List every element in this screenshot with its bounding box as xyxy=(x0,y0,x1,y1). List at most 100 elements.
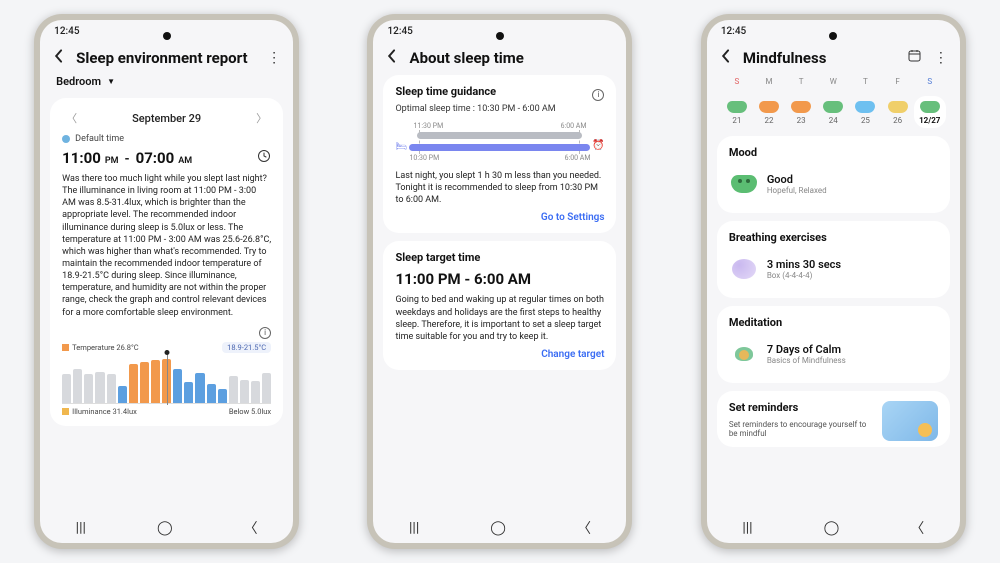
day-cell[interactable]: 26 xyxy=(882,96,914,128)
status-time: 12:45 xyxy=(387,26,412,37)
day-mood-icon xyxy=(759,101,779,113)
day-mood-icon xyxy=(855,101,875,113)
guidance-card: Sleep time guidance i Optimal sleep time… xyxy=(383,75,616,233)
recents-button[interactable]: ||| xyxy=(76,520,86,536)
chart-bar xyxy=(195,373,204,403)
info-icon[interactable]: i xyxy=(259,327,271,339)
header: Sleep environment report ⋮ xyxy=(40,42,293,75)
temperature-legend: Temperature 26.8°C xyxy=(62,343,139,352)
home-button[interactable]: ◯ xyxy=(824,520,840,536)
mood-title: Mood xyxy=(729,146,938,159)
info-icon[interactable]: i xyxy=(592,89,604,101)
chart-bar xyxy=(184,382,193,403)
calendar-button[interactable] xyxy=(907,48,922,67)
meditation-value: 7 Days of Calm xyxy=(767,343,846,356)
mood-card[interactable]: Mood Good Hopeful, Relaxed xyxy=(717,136,950,213)
status-time: 12:45 xyxy=(54,26,79,37)
next-day-button[interactable]: 〉 xyxy=(256,110,267,126)
screen: 12:45 Mindfulness ⋮ SMTWTFS 212223242526… xyxy=(707,20,960,543)
day-cell[interactable]: 24 xyxy=(817,96,849,128)
mood-subtext: Hopeful, Relaxed xyxy=(767,186,827,195)
clock-icon[interactable] xyxy=(257,148,271,167)
back-button[interactable] xyxy=(52,48,66,67)
mood-icon xyxy=(731,171,757,197)
day-mood-icon xyxy=(727,101,747,113)
tick-bottom-left: 10:30 PM xyxy=(409,154,439,162)
day-cell[interactable]: 23 xyxy=(785,96,817,128)
chart-bar xyxy=(107,374,116,403)
chart-bar xyxy=(73,369,82,403)
target-card: Sleep target time 11:00 PM - 6:00 AM Goi… xyxy=(383,241,616,370)
header: Mindfulness ⋮ xyxy=(707,42,960,75)
weekday-label: S xyxy=(914,77,946,86)
back-system-button[interactable]: 〈 xyxy=(244,518,258,538)
back-system-button[interactable]: 〈 xyxy=(910,518,924,538)
illuminance-legend: Illuminance 31.4lux xyxy=(62,407,137,416)
breathing-subtext: Box (4-4-4-4) xyxy=(767,271,841,280)
prev-day-button[interactable]: 〈 xyxy=(66,110,77,126)
goto-settings-link[interactable]: Go to Settings xyxy=(395,212,604,223)
target-time-range: 11:00 PM - 6:00 AM xyxy=(395,270,604,288)
day-cell[interactable]: 21 xyxy=(721,96,753,128)
status-bar: 12:45 xyxy=(40,20,293,42)
back-system-button[interactable]: 〈 xyxy=(577,518,591,538)
recents-button[interactable]: ||| xyxy=(742,520,752,536)
guidance-summary: Last night, you slept 1 h 30 m less than… xyxy=(395,170,604,206)
home-button[interactable]: ◯ xyxy=(157,520,173,536)
more-menu-button[interactable]: ⋮ xyxy=(934,50,948,66)
start-ampm: PM xyxy=(105,156,119,166)
calendar-icon xyxy=(907,48,922,63)
week-mood-row: 21222324252612/27 xyxy=(717,94,950,128)
status-time: 12:45 xyxy=(721,26,746,37)
sleep-time-range: 11:00 PM - 07:00 AM xyxy=(62,148,271,167)
room-label: Bedroom xyxy=(56,75,101,88)
reminders-title: Set reminders xyxy=(729,401,874,414)
day-date-label: 25 xyxy=(849,116,881,125)
room-dropdown[interactable]: Bedroom ▼ xyxy=(50,75,283,90)
chart-bar xyxy=(218,389,227,402)
chart-bar xyxy=(118,386,127,402)
tick-top-right: 6:00 AM xyxy=(561,122,587,130)
change-target-link[interactable]: Change target xyxy=(395,349,604,360)
day-date-label: 12/27 xyxy=(914,116,946,125)
meditation-card[interactable]: Meditation 7 Days of Calm Basics of Mind… xyxy=(717,306,950,383)
start-time: 11:00 xyxy=(62,149,101,167)
alarm-icon: ⏰ xyxy=(592,140,604,151)
back-button[interactable] xyxy=(385,48,399,67)
weekday-label: S xyxy=(721,77,753,86)
reminders-illustration xyxy=(882,401,938,441)
day-date-label: 22 xyxy=(753,116,785,125)
day-cell[interactable]: 25 xyxy=(849,96,881,128)
chart-bar xyxy=(95,372,104,403)
chart-bar xyxy=(162,359,171,403)
optimal-sleep-text: Optimal sleep time : 10:30 PM - 6:00 AM xyxy=(395,104,604,114)
chart-bar xyxy=(173,369,182,403)
back-button[interactable] xyxy=(719,48,733,67)
breathing-card[interactable]: Breathing exercises 3 mins 30 secs Box (… xyxy=(717,221,950,298)
day-cell[interactable]: 22 xyxy=(753,96,785,128)
environment-chart: i Temperature 26.8°C 18.9-21.5°C Illumin… xyxy=(62,327,271,416)
end-time: 07:00 xyxy=(136,149,175,167)
status-bar: 12:45 xyxy=(707,20,960,42)
end-ampm: AM xyxy=(178,156,192,166)
target-title: Sleep target time xyxy=(395,251,604,264)
chart-bar xyxy=(240,380,249,403)
system-navbar: ||| ◯ 〈 xyxy=(40,513,293,543)
tick-bottom-right: 6:00 AM xyxy=(565,154,591,162)
actual-sleep-bar xyxy=(417,132,582,139)
day-cell[interactable]: 12/27 xyxy=(914,96,946,128)
date-navigator: 〈 September 29 〉 xyxy=(62,108,271,134)
breathing-icon xyxy=(731,256,757,282)
guidance-title: Sleep time guidance xyxy=(395,85,496,98)
home-button[interactable]: ◯ xyxy=(490,520,506,536)
more-menu-button[interactable]: ⋮ xyxy=(267,50,281,66)
chart-bars xyxy=(62,356,271,404)
reminders-card[interactable]: Set reminders Set reminders to encourage… xyxy=(717,391,950,447)
weekday-label: W xyxy=(817,77,849,86)
weekday-label: T xyxy=(849,77,881,86)
phone-mindfulness: 12:45 Mindfulness ⋮ SMTWTFS 212223242526… xyxy=(701,14,966,549)
mood-value: Good xyxy=(767,173,827,186)
chevron-down-icon: ▼ xyxy=(107,77,115,86)
system-navbar: ||| ◯ 〈 xyxy=(707,513,960,543)
recents-button[interactable]: ||| xyxy=(409,520,419,536)
